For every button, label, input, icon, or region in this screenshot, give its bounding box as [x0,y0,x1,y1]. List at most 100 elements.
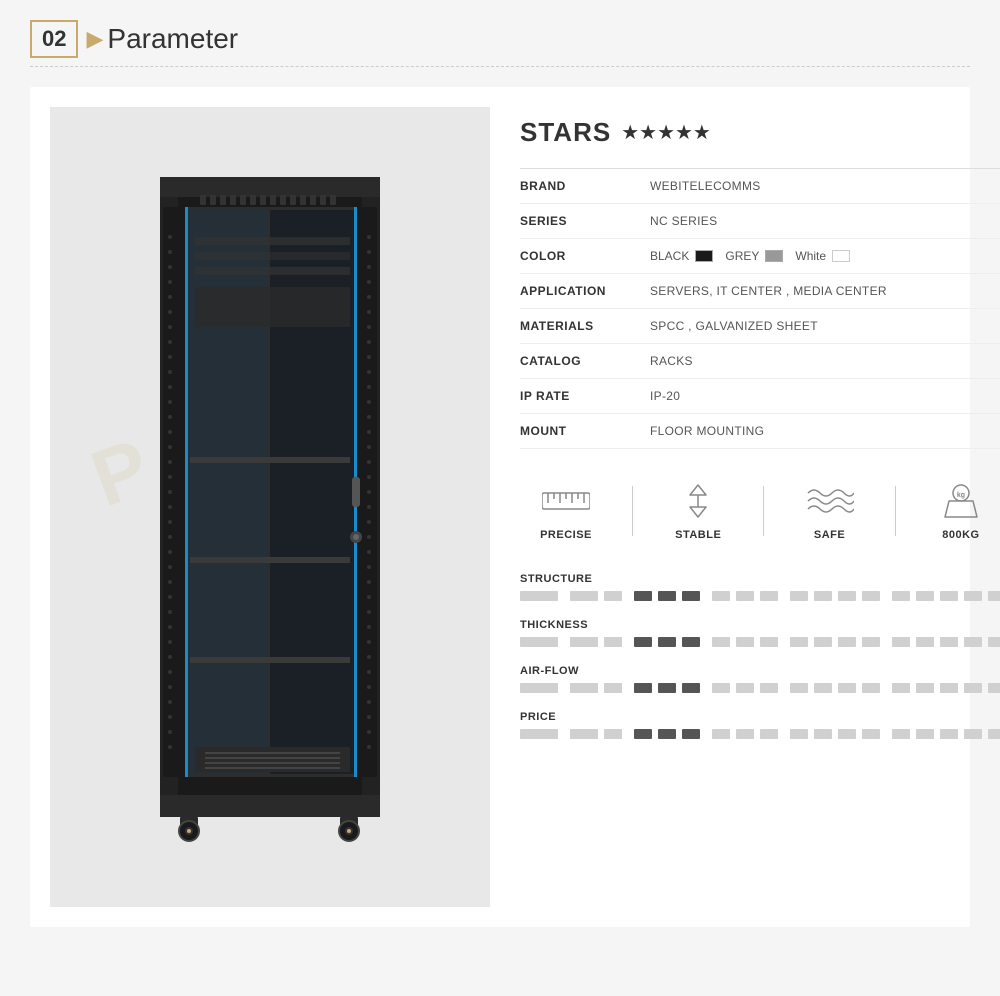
bar-t1 [520,637,558,647]
spec-value-mount: FLOOR MOUNTING [650,424,764,438]
bar-a4b [736,683,754,693]
color-grey-swatch [765,250,783,262]
product-title: STARS ★★★★★ [520,117,1000,148]
bar-a6a [892,683,910,693]
spec-value-series: NC SERIES [650,214,717,228]
spec-row-series: SERIES NC SERIES [520,204,1000,239]
bar-p3c [682,729,700,739]
bar-s5a [790,591,808,601]
spec-label-materials: MATERIALS [520,319,630,333]
bar-p6d [964,729,982,739]
rating-bars-price [520,729,1000,739]
bar-t2b [604,637,622,647]
bar-p3a [634,729,652,739]
bar-p3b [658,729,676,739]
spec-label-series: SERIES [520,214,630,228]
bar-p6e [988,729,1000,739]
bar-t4a [712,637,730,647]
bar-p4a [712,729,730,739]
spec-row-catalog: CATALOG RACKS [520,344,1000,379]
bar-a5c [838,683,856,693]
spec-label-catalog: CATALOG [520,354,630,368]
rating-row-price: PRICE [520,711,1000,739]
ruler-icon [541,481,591,521]
bar-s6d [964,591,982,601]
page-title: Parameter [107,23,238,55]
features-row: PRECISE STABLE [520,471,1000,551]
bar-s4c [760,591,778,601]
bar-t5d [862,637,880,647]
bar-t6b [916,637,934,647]
bar-a4c [760,683,778,693]
spec-value-application: SERVERS, IT CENTER , MEDIA CENTER [650,284,887,298]
page-wrapper: 02 ▶ Parameter P [0,0,1000,996]
bar-s1 [520,591,558,601]
rating-label-structure: STRUCTURE [520,573,1000,585]
bar-t4c [760,637,778,647]
bar-a3c [682,683,700,693]
cabinet-image [130,157,410,857]
spec-row-application: APPLICATION SERVERS, IT CENTER , MEDIA C… [520,274,1000,309]
rating-label-airflow: AIR-FLOW [520,665,1000,677]
feature-weight-label: 800KG [942,529,979,541]
bar-s6e [988,591,1000,601]
color-black-label: BLACK [650,249,689,263]
bar-p2 [570,729,598,739]
feature-safe-label: SAFE [814,529,845,541]
rating-bars-thickness [520,637,1000,647]
bar-p6a [892,729,910,739]
bar-s4a [712,591,730,601]
bar-a6c [940,683,958,693]
section-number: 02 [30,20,78,58]
bar-t6c [940,637,958,647]
bar-t6a [892,637,910,647]
spec-value-catalog: RACKS [650,354,693,368]
bar-p5a [790,729,808,739]
feature-divider-1 [632,486,633,536]
bar-p5c [838,729,856,739]
feature-precise-label: PRECISE [540,529,592,541]
bar-t6d [964,637,982,647]
bar-a2 [570,683,598,693]
arrows-updown-icon [673,481,723,521]
bar-p6c [940,729,958,739]
header: 02 ▶ Parameter [30,20,970,67]
bar-a5a [790,683,808,693]
rating-bars-airflow [520,683,1000,693]
bar-p5b [814,729,832,739]
bar-t5a [790,637,808,647]
bar-a5b [814,683,832,693]
bar-a5d [862,683,880,693]
bar-t5c [838,637,856,647]
bar-p6b [916,729,934,739]
bar-a4a [712,683,730,693]
weight-icon: kg [936,481,986,521]
main-content: P [30,87,970,927]
bar-s3a [634,591,652,601]
feature-divider-2 [763,486,764,536]
bar-s2 [570,591,598,601]
rating-bars-structure [520,591,1000,601]
bar-s4b [736,591,754,601]
color-white-label: White [795,249,826,263]
feature-weight: kg 800KG [936,481,986,541]
bar-t3b [658,637,676,647]
spec-row-color: COLOR BLACK GREY White [520,239,1000,274]
spec-label-mount: MOUNT [520,424,630,438]
bar-a1 [520,683,558,693]
bar-t2 [570,637,598,647]
spec-row-mount: MOUNT FLOOR MOUNTING [520,414,1000,449]
bar-p4b [736,729,754,739]
spec-label-application: APPLICATION [520,284,630,298]
spec-row-brand: BRAND WEBITELECOMMS [520,169,1000,204]
spec-label-brand: BRAND [520,179,630,193]
bar-a3a [634,683,652,693]
rating-label-price: PRICE [520,711,1000,723]
bar-p2b [604,729,622,739]
color-white-swatch [832,250,850,262]
bar-s3c [682,591,700,601]
specs-area: STARS ★★★★★ BRAND WEBITELECOMMS SERIES N… [520,107,1000,907]
bar-s5b [814,591,832,601]
bar-s5c [838,591,856,601]
rating-row-airflow: AIR-FLOW [520,665,1000,693]
